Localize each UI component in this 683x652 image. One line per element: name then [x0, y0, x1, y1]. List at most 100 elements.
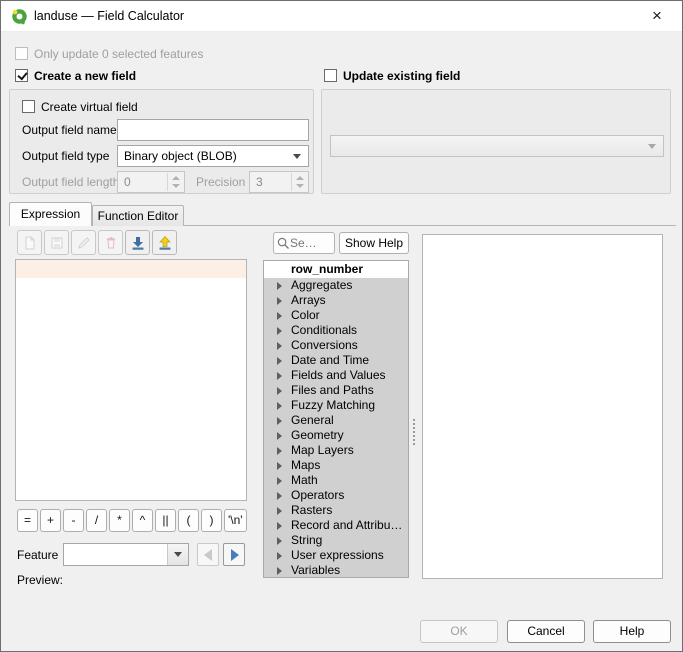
precision-value: 3: [256, 175, 263, 189]
function-item-selected[interactable]: row_number: [264, 261, 408, 278]
export-expression-icon[interactable]: [152, 230, 177, 255]
expand-arrow-icon[interactable]: [277, 477, 282, 485]
function-group-item[interactable]: Record and Attribu…: [264, 518, 408, 533]
spinner-arrows-icon: [167, 173, 183, 191]
operator-button[interactable]: '\n': [224, 509, 247, 532]
expand-arrow-icon[interactable]: [277, 522, 282, 530]
show-help-button[interactable]: Show Help: [339, 232, 409, 254]
expand-arrow-icon[interactable]: [277, 327, 282, 335]
feature-combo[interactable]: [63, 543, 189, 566]
update-existing-field-checkbox[interactable]: [324, 69, 337, 82]
function-list[interactable]: row_number AggregatesArraysColorConditio…: [263, 260, 409, 578]
function-group-label: Arrays: [291, 293, 326, 307]
output-field-type-combo[interactable]: Binary object (BLOB): [117, 145, 309, 167]
function-group-label: Geometry: [291, 428, 344, 442]
expression-current-line: [16, 260, 246, 278]
output-field-length-label: Output field length: [22, 175, 119, 189]
feature-label: Feature: [17, 548, 58, 562]
search-input[interactable]: [290, 236, 328, 250]
feature-value: [64, 547, 69, 561]
create-virtual-field-checkbox[interactable]: [22, 100, 35, 113]
qgis-logo-icon: [11, 8, 28, 25]
function-group-label: General: [291, 413, 334, 427]
function-group-label: Record and Attribu…: [291, 518, 402, 532]
function-group-item[interactable]: Color: [264, 308, 408, 323]
operator-button[interactable]: *: [109, 509, 130, 532]
expand-arrow-icon[interactable]: [277, 462, 282, 470]
tab-function-editor[interactable]: Function Editor: [92, 205, 184, 226]
search-icon: [277, 237, 290, 250]
feature-combo-dropdown[interactable]: [167, 544, 188, 565]
function-group-item[interactable]: Map Layers: [264, 443, 408, 458]
function-group-item[interactable]: String: [264, 533, 408, 548]
operator-button[interactable]: ^: [132, 509, 153, 532]
operator-buttons: =+-/*^||()'\n': [17, 509, 247, 532]
close-button[interactable]: ×: [638, 1, 676, 32]
expand-arrow-icon[interactable]: [277, 387, 282, 395]
cancel-button[interactable]: Cancel: [507, 620, 585, 643]
expand-arrow-icon[interactable]: [277, 297, 282, 305]
operator-button[interactable]: ||: [155, 509, 176, 532]
output-field-name-input[interactable]: [117, 119, 309, 141]
existing-field-combo: [330, 135, 664, 157]
function-group-label: Aggregates: [291, 278, 352, 292]
expand-arrow-icon[interactable]: [277, 417, 282, 425]
function-group-item[interactable]: Date and Time: [264, 353, 408, 368]
expand-arrow-icon[interactable]: [277, 537, 282, 545]
function-group-item[interactable]: Conversions: [264, 338, 408, 353]
splitter-handle[interactable]: [413, 419, 415, 445]
expand-arrow-icon[interactable]: [277, 567, 282, 575]
function-group-item[interactable]: Operators: [264, 488, 408, 503]
expand-arrow-icon[interactable]: [277, 552, 282, 560]
create-new-field-checkbox[interactable]: [15, 69, 28, 82]
tab-expression[interactable]: Expression: [9, 202, 92, 226]
function-group-item[interactable]: Maps: [264, 458, 408, 473]
function-search[interactable]: [273, 232, 335, 254]
expand-arrow-icon[interactable]: [277, 372, 282, 380]
only-update-label: Only update 0 selected features: [34, 47, 203, 61]
operator-button[interactable]: -: [63, 509, 84, 532]
expand-arrow-icon[interactable]: [277, 282, 282, 290]
function-group-item[interactable]: General: [264, 413, 408, 428]
function-group-label: User expressions: [291, 548, 384, 562]
expand-arrow-icon[interactable]: [277, 447, 282, 455]
function-group-item[interactable]: Geometry: [264, 428, 408, 443]
import-expression-icon[interactable]: [125, 230, 150, 255]
operator-button[interactable]: =: [17, 509, 38, 532]
save-icon: [44, 230, 69, 255]
function-group-item[interactable]: Fuzzy Matching: [264, 398, 408, 413]
expand-arrow-icon[interactable]: [277, 357, 282, 365]
operator-button[interactable]: /: [86, 509, 107, 532]
ok-button: OK: [420, 620, 498, 643]
create-virtual-field-label: Create virtual field: [41, 100, 138, 114]
function-group-item[interactable]: Rasters: [264, 503, 408, 518]
function-group-label: Map Layers: [291, 443, 354, 457]
function-group-item[interactable]: Files and Paths: [264, 383, 408, 398]
window-title: landuse — Field Calculator: [34, 1, 184, 32]
next-feature-button[interactable]: [223, 543, 245, 566]
expression-toolbar: [17, 230, 177, 255]
function-group-item[interactable]: Conditionals: [264, 323, 408, 338]
function-group-item[interactable]: Arrays: [264, 293, 408, 308]
expand-arrow-icon[interactable]: [277, 402, 282, 410]
expand-arrow-icon[interactable]: [277, 492, 282, 500]
expand-arrow-icon[interactable]: [277, 312, 282, 320]
operator-button[interactable]: (: [178, 509, 199, 532]
update-existing-field-label: Update existing field: [343, 69, 460, 83]
function-group-item[interactable]: Fields and Values: [264, 368, 408, 383]
function-group-item[interactable]: Aggregates: [264, 278, 408, 293]
precision-spinner: 3: [249, 171, 309, 193]
expand-arrow-icon[interactable]: [277, 432, 282, 440]
operator-button[interactable]: ): [201, 509, 222, 532]
operator-button[interactable]: +: [40, 509, 61, 532]
help-button[interactable]: Help: [593, 620, 671, 643]
expand-arrow-icon[interactable]: [277, 342, 282, 350]
expression-editor[interactable]: [15, 259, 247, 501]
function-group-item[interactable]: Variables: [264, 563, 408, 578]
expand-arrow-icon[interactable]: [277, 507, 282, 515]
function-group-item[interactable]: Math: [264, 473, 408, 488]
function-group-item[interactable]: User expressions: [264, 548, 408, 563]
function-group-label: Date and Time: [291, 353, 369, 367]
function-group-label: Color: [291, 308, 320, 322]
output-field-length-spinner: 0: [117, 171, 185, 193]
